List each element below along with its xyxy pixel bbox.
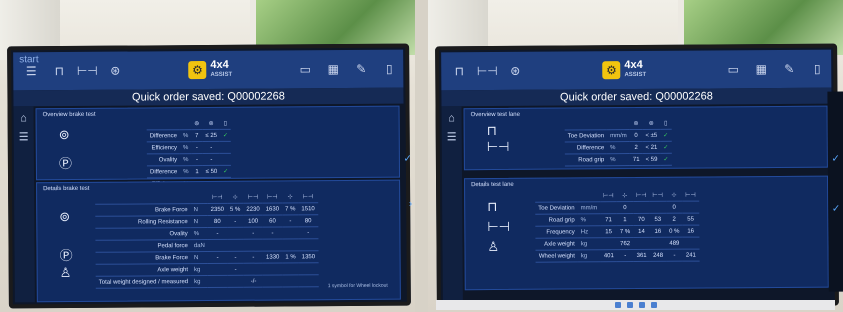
axle-icon[interactable]: ⊢⊣ <box>73 64 101 78</box>
lift-icon[interactable]: ⊓ <box>445 64 473 78</box>
clipboard-icon-header: ▯ <box>219 117 231 130</box>
home-icon[interactable]: ⌂ <box>14 112 34 124</box>
settings-active-icon[interactable]: ⚙ <box>602 61 621 80</box>
taskbar-app-icon[interactable] <box>626 302 633 308</box>
toolbar: ⊓ ⊢⊣ ⊛ ⚙ 4x4 ASSIST ▭ ▦ ✎ ▯ <box>441 49 832 91</box>
wheel-icon-header: ⊚ <box>202 117 220 130</box>
axle-center-icon: ⊹ <box>281 191 299 203</box>
details-label: Details brake test <box>43 185 90 193</box>
table-row: Difference% 7 ≤ 25 ✓ <box>146 129 232 142</box>
table-icon[interactable]: ▦ <box>747 62 775 76</box>
table-row: Difference% 2 < 21 ✓ <box>564 141 672 155</box>
axle-right-icon: ⊢⊣ <box>632 189 650 202</box>
ok-check-icon: ✓ <box>660 129 672 142</box>
details-table: ⊢⊣ ⊹ ⊢⊣ ⊢⊣ ⊹ ⊢⊣ Toe Deviation mm/m 0 0 Road grip… <box>535 189 700 263</box>
axle-icon: ⊢⊣ <box>487 218 511 235</box>
edit-icon[interactable]: ✎ <box>347 62 375 76</box>
right-photo: ⊓ ⊢⊣ ⊛ ⚙ 4x4 ASSIST ▭ ▦ ✎ ▯ Quick order s… <box>428 0 843 312</box>
wheel-icon-header: ⊚ <box>629 117 643 130</box>
table-icon[interactable]: ▦ <box>319 62 347 76</box>
axle-right-icon: ⊢⊣ <box>243 191 263 204</box>
printer-icon[interactable]: ▭ <box>719 62 747 76</box>
axle-right-icon: ⊢⊣ <box>298 191 318 203</box>
overview-label: Overview test lane <box>470 111 520 119</box>
taskbar-app-icon[interactable] <box>638 302 645 308</box>
lift-icon: ⊓ <box>487 198 498 215</box>
clipboard-icon[interactable]: ▯ <box>375 62 403 76</box>
left-photo: start ☰ ⊓ ⊢⊣ ⊛ ⚙ 4x4 ASSIST ▭ ▦ ✎ ▯ Quick… <box>0 0 415 312</box>
details-label: Details test lane <box>471 181 514 189</box>
details-table: ⊢⊣ ⊹ ⊢⊣ ⊢⊣ ⊹ ⊢⊣ Brake Force N 2350 5 % 2230 1630 7 … <box>95 191 319 289</box>
parking-brake-icon: Ⓟ <box>58 155 72 172</box>
table-row: Road grip% 71 < 59 ✓ <box>564 153 672 167</box>
overview-table: ⊚ ⊚ ▯ Difference% 7 ≤ 25 ✓ Efficiency% - - Oval… <box>146 117 232 191</box>
wheel-icon[interactable]: ⊛ <box>501 64 529 78</box>
table-row: Wheel weight kg 401-361 248-241 <box>535 249 700 263</box>
wheel-icon[interactable]: ⊛ <box>101 64 129 78</box>
taskbar-app-icon[interactable] <box>650 302 657 308</box>
edit-icon[interactable]: ✎ <box>775 62 803 76</box>
overview-table: ⊚ ⊚ ▯ Toe Deviation mm/m 0 < ±5 ✓ Difference% 2… <box>564 117 672 167</box>
details-panel: Details brake test ⊚ Ⓟ ♙ ⊢⊣ ⊹ ⊢⊣ ⊢⊣ ⊹ ⊢⊣ Brak… <box>36 179 401 303</box>
mode-4x4[interactable]: 4x4 ASSIST <box>624 59 646 80</box>
mode-4x4[interactable]: 4x4 ASSIST <box>210 59 232 80</box>
table-row: Efficiency%-- <box>146 141 232 154</box>
list-icon[interactable]: ☰ <box>442 130 462 143</box>
list-icon[interactable]: ☰ <box>14 130 34 143</box>
start-icon[interactable] <box>614 302 621 308</box>
taskbar <box>436 300 835 310</box>
lift-icon[interactable]: ⊓ <box>45 64 73 78</box>
ok-check-icon: ✓ <box>219 129 232 142</box>
overview-panel: Overview brake test ⊚ Ⓟ ⊚ ⊚ ▯ Difference% 7… <box>35 105 401 190</box>
ok-check-icon: ✓ <box>660 153 672 166</box>
table-row: Ovality% - - <box>146 153 232 166</box>
printer-icon[interactable]: ▭ <box>291 62 319 76</box>
axle-center-icon: ⊹ <box>665 189 683 202</box>
axle-left-icon: ⊢⊣ <box>649 189 666 202</box>
axle-left-icon: ⊢⊣ <box>207 191 227 204</box>
table-row: Difference% 1 ≤ 50 ✓ <box>146 165 232 178</box>
axle-center-icon: ⊹ <box>226 191 244 204</box>
ok-check-icon: ✓ <box>660 141 672 154</box>
weight-icon: ♙ <box>487 238 500 255</box>
clipboard-icon-header: ▯ <box>660 117 672 130</box>
table-row: Total weight designed / measured kg -/- <box>95 274 319 289</box>
brand-label: start <box>19 54 39 66</box>
footnote: 1 symbol for Wheel lockout <box>327 282 388 290</box>
home-icon[interactable]: ⌂ <box>442 112 462 124</box>
side-chevron-icon[interactable]: › <box>409 199 412 210</box>
parking-brake-icon: Ⓟ <box>59 247 73 264</box>
settings-active-icon[interactable]: ⚙ <box>188 61 207 80</box>
brake-disc-icon: ⊚ <box>58 126 70 143</box>
axle-center-icon: ⊹ <box>616 190 634 202</box>
axle-icon[interactable]: ⊢⊣ <box>473 64 501 78</box>
side-check-icon[interactable]: ✓ <box>403 154 411 165</box>
axle-left-icon: ⊢⊣ <box>262 191 283 204</box>
lift-icon: ⊓ <box>486 122 497 139</box>
brake-disc-icon: ⊚ <box>59 208 71 225</box>
left-monitor: start ☰ ⊓ ⊢⊣ ⊛ ⚙ 4x4 ASSIST ▭ ▦ ✎ ▯ Quick… <box>7 43 412 309</box>
weight-icon: ♙ <box>59 264 72 281</box>
left-rail: ⌂ ☰ <box>13 106 35 303</box>
ok-check-icon: ✓ <box>220 165 232 178</box>
axle-icon: ⊢⊣ <box>486 138 510 155</box>
side-check-icon[interactable]: ✓ <box>831 154 839 165</box>
table-row: Toe Deviation mm/m 0 < ±5 ✓ <box>564 129 672 143</box>
page-title: Quick order saved: Q00002268 <box>13 87 404 107</box>
axle-right-icon: ⊢⊣ <box>682 189 699 202</box>
axle-left-icon: ⊢⊣ <box>600 190 617 202</box>
clipboard-icon[interactable]: ▯ <box>803 62 831 76</box>
side-panel <box>827 91 843 292</box>
overview-panel: Overview test lane ⊓ ⊢⊣ ⊚ ⊚ ▯ Toe Deviatio… <box>463 105 828 171</box>
wheel-icon-header: ⊚ <box>642 117 661 130</box>
side-check-icon[interactable]: ✓ <box>832 204 840 215</box>
overview-label: Overview brake test <box>42 111 96 119</box>
details-panel: Details test lane ⊓ ⊢⊣ ♙ ⊢⊣ ⊹ ⊢⊣ ⊢⊣ ⊹ ⊢⊣ Toe … <box>464 175 829 291</box>
toolbar: start ☰ ⊓ ⊢⊣ ⊛ ⚙ 4x4 ASSIST ▭ ▦ ✎ ▯ <box>13 49 404 91</box>
page-title: Quick order saved: Q00002268 <box>441 87 832 107</box>
left-rail: ⌂ ☰ <box>441 106 463 303</box>
menu-icon[interactable]: ☰ <box>17 64 45 78</box>
right-monitor: ⊓ ⊢⊣ ⊛ ⚙ 4x4 ASSIST ▭ ▦ ✎ ▯ Quick order s… <box>435 43 843 309</box>
wheel-icon-header: ⊚ <box>191 118 203 130</box>
